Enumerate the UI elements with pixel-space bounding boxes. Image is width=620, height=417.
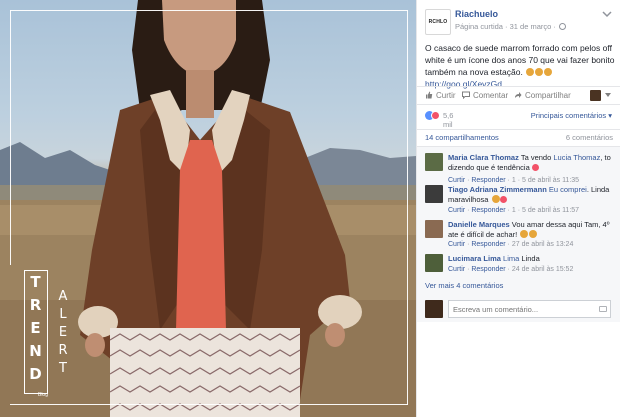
- comment-text: Lucimara Lima Lima Linda: [448, 254, 616, 264]
- page-avatar[interactable]: RCHLO: [425, 9, 451, 35]
- comment-like-link[interactable]: Curtir: [448, 207, 465, 214]
- comment-reply-link[interactable]: Responder: [471, 241, 505, 248]
- commenter-name[interactable]: Lucimara Lima: [448, 254, 501, 263]
- page-name-link[interactable]: Riachuelo: [455, 9, 498, 19]
- post-action-bar: Curtir Comentar Compartilhar: [417, 86, 620, 105]
- love-reaction-icon: [431, 111, 440, 120]
- comment-body: Linda: [521, 254, 540, 263]
- trend-badge-caption: Blog: [37, 392, 48, 398]
- comment-button[interactable]: Comentar: [462, 91, 508, 100]
- trend-letter: R: [29, 296, 42, 314]
- heart-emoji-icon: [499, 196, 507, 203]
- viewer-avatar[interactable]: [590, 90, 601, 101]
- comment-like-link[interactable]: Curtir: [448, 177, 465, 184]
- commenter-avatar[interactable]: [425, 185, 443, 203]
- comment-body: Ta vendo: [520, 153, 552, 162]
- frame-line-top: [10, 10, 408, 11]
- shares-count-link[interactable]: 14 compartilhamentos: [425, 133, 499, 142]
- comment-mention[interactable]: Lima: [503, 254, 519, 263]
- post-photo[interactable]: T R E N D Blog A L E R T: [0, 0, 416, 417]
- thumbs-up-icon: [426, 91, 433, 99]
- comment-actions: Curtir · Responder · 1 · 5 de abril às 1…: [448, 177, 580, 184]
- heart-emoji-icon: [531, 164, 539, 171]
- emoji-icon: [529, 230, 538, 238]
- comment-like-count: 1: [511, 177, 516, 184]
- camera-icon[interactable]: [599, 306, 607, 312]
- comment-actions: Curtir · Responder · 1 · 5 de abril às 1…: [448, 207, 580, 214]
- comment-actions: Curtir · Responder · 27 de abril às 13:2…: [448, 241, 574, 248]
- comments-list: Maria Clara Thomaz Ta vendo Lucia Thomaz…: [417, 146, 620, 296]
- alert-letter: L: [59, 307, 67, 322]
- globe-icon: [558, 23, 566, 30]
- emoji-icon: [526, 68, 535, 76]
- frame-line-bottom: [10, 404, 408, 405]
- share-button[interactable]: Compartilhar: [514, 91, 571, 100]
- emoji-icon: [491, 195, 500, 203]
- frame-line-left: [10, 10, 11, 265]
- comment-like-count: 1: [511, 207, 516, 214]
- commenter-name[interactable]: Tiago Adriana Zimmermann: [448, 185, 547, 194]
- like-button[interactable]: Curtir: [425, 91, 456, 100]
- trend-letter: T: [30, 273, 41, 291]
- post-meta: Página curtida · 31 de março ·: [455, 22, 566, 31]
- chevron-down-icon[interactable]: [602, 10, 612, 18]
- alert-letter: A: [58, 289, 68, 304]
- comment-text: Danielle Marques Vou amar dessa aqui Tam…: [448, 220, 616, 240]
- stats-row: 14 compartilhamentos 6 comentários: [417, 129, 620, 144]
- page-logo-text: RCHLO: [428, 19, 448, 25]
- commenter-name[interactable]: Maria Clara Thomaz: [448, 153, 519, 162]
- comment-date[interactable]: 24 de abril às 15:52: [512, 266, 574, 273]
- comment-text: Maria Clara Thomaz Ta vendo Lucia Thomaz…: [448, 153, 616, 173]
- comment-reply-link[interactable]: Responder: [471, 207, 505, 214]
- comment-like-link[interactable]: Curtir: [448, 241, 465, 248]
- like-label: Curtir: [436, 91, 456, 100]
- alert-letter: T: [59, 361, 67, 376]
- commenter-avatar[interactable]: [425, 254, 443, 272]
- viewer-avatar: [425, 300, 443, 318]
- reaction-count: 5,6 mil: [443, 111, 454, 129]
- emoji-icon: [520, 230, 529, 238]
- more-comments-link[interactable]: Ver mais 4 comentários: [425, 281, 503, 290]
- post-body: O casaco de suede marrom forrado com pel…: [425, 43, 615, 77]
- share-label: Compartilhar: [525, 91, 571, 100]
- trend-letter: E: [30, 319, 41, 337]
- comment-mention[interactable]: Lucia Thomaz: [553, 153, 600, 162]
- commenter-name[interactable]: Danielle Marques: [448, 220, 510, 229]
- frame-line-right: [407, 10, 408, 405]
- caret-down-icon[interactable]: [605, 93, 611, 97]
- comment-input[interactable]: [448, 300, 611, 318]
- post-text: O casaco de suede marrom forrado com pel…: [425, 42, 615, 90]
- comment-composer: [417, 296, 620, 322]
- comments-count: 6 comentários: [565, 133, 613, 142]
- post-details-panel: RCHLO Riachuelo Página curtida · 31 de m…: [416, 0, 620, 417]
- comment-order-dropdown[interactable]: Principais comentários ▾: [531, 111, 612, 120]
- alert-letter: R: [58, 343, 68, 358]
- commenter-avatar[interactable]: [425, 220, 443, 238]
- comment-reply-link[interactable]: Responder: [471, 266, 505, 273]
- comment-like-link[interactable]: Curtir: [448, 266, 465, 273]
- share-icon: [515, 92, 522, 98]
- comment-actions: Curtir · Responder · 24 de abril às 15:5…: [448, 266, 574, 273]
- alert-letter: E: [58, 325, 68, 340]
- screen: T R E N D Blog A L E R T RCHLO Riachuelo…: [0, 0, 620, 417]
- comment-label: Comentar: [473, 91, 509, 100]
- trend-letter: N: [29, 342, 42, 360]
- emoji-icon: [544, 68, 553, 76]
- comment-order-label: Principais comentários: [530, 111, 607, 120]
- comment-icon: [462, 91, 470, 99]
- comment-date[interactable]: 5 de abril às 11:57: [522, 207, 579, 214]
- comment-date[interactable]: 27 de abril às 13:24: [512, 241, 574, 248]
- comment-reply-link[interactable]: Responder: [471, 177, 505, 184]
- emoji-icon: [535, 68, 544, 76]
- comment-mention[interactable]: Eu comprei: [549, 185, 587, 194]
- comment-date[interactable]: 5 de abril às 11:35: [522, 177, 579, 184]
- post-meta-text: Página curtida · 31 de março ·: [455, 22, 556, 31]
- trend-letter: D: [29, 365, 42, 383]
- comment-text: Tiago Adriana Zimmermann Eu comprei. Lin…: [448, 185, 616, 205]
- trend-badge: T R E N D: [24, 270, 48, 394]
- commenter-avatar[interactable]: [425, 153, 443, 171]
